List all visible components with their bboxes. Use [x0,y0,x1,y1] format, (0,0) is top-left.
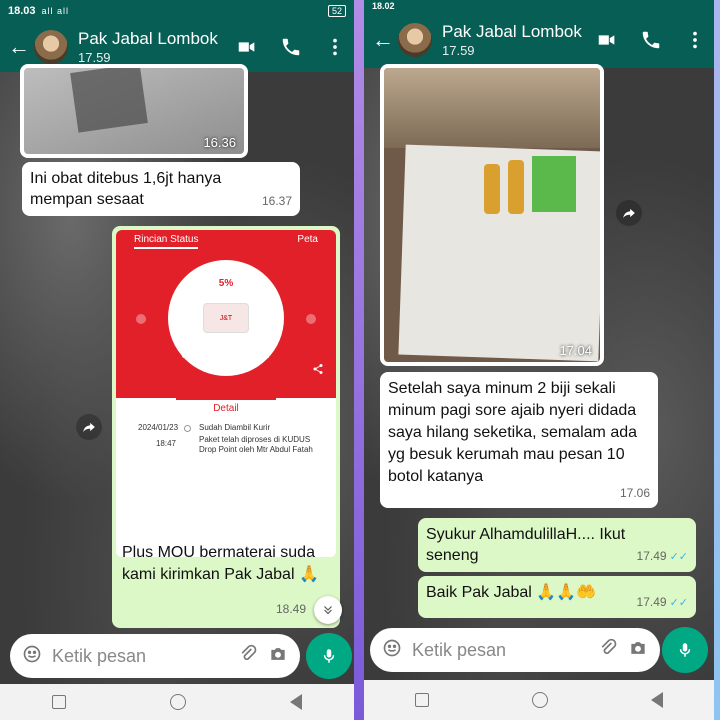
message-input[interactable]: Ketik pesan [412,640,588,661]
chat-header: ← Pak Jabal Lombok 17.59 [364,12,714,68]
tab-status-detail: Rincian Status [134,234,199,249]
tracking-header: Rincian Status Peta 5% J&T Sudah Diambil… [116,230,336,398]
tab-map: Peta [297,234,318,245]
status-bar: 18.03 all all 52 [0,0,354,22]
home-button[interactable] [531,692,548,708]
attach-icon[interactable] [238,644,258,669]
message-meta: 17.49 ✓✓ [637,592,688,614]
incoming-message[interactable]: Setelah saya minum 2 biji sekali minum p… [380,372,658,508]
timeline-clock: 18:47 [155,439,176,448]
back-arrow-icon[interactable]: ← [8,34,30,60]
outgoing-message[interactable]: Baik Pak Jabal 🙏🙏🤲 17.49 ✓✓ [418,576,696,618]
photo-box [384,68,600,148]
recents-button[interactable] [52,695,66,709]
share-icon [312,362,324,380]
mic-icon[interactable] [306,633,352,679]
timeline-entry: 2024/01/23 18:47 Sudah Diambil Kurir Pak… [116,417,336,465]
forward-icon[interactable] [76,414,102,440]
more-vert-icon[interactable] [684,29,706,51]
signal-indicator: all all [41,6,70,16]
message-time: 18.49 [276,602,307,616]
status-bar: 18.02 [364,0,714,12]
contact-info[interactable]: Pak Jabal Lombok 17.59 [442,22,582,58]
photo-message[interactable]: 17.04 [380,64,604,366]
contact-subtitle: 17.59 [78,50,111,65]
timeline-date: 2024/01/23 [138,423,179,432]
camera-icon[interactable] [628,638,648,663]
video-call-icon[interactable] [596,29,618,51]
message-text: Plus MOU bermaterai suda kami kirimkan P… [122,544,319,583]
timeline-desc: Paket telah diproses di KUDUS Drop Point… [199,435,313,454]
emoji-icon[interactable] [22,644,42,669]
phone-icon[interactable] [640,29,662,51]
message-text: Ini obat ditebus 1,6jt hanya mempan sesa… [30,170,222,208]
message-meta: 17.49 ✓✓ [637,546,688,568]
more-vert-icon[interactable] [324,36,346,58]
panel-divider [354,0,364,720]
mic-icon[interactable] [662,627,708,673]
phone-icon[interactable] [280,36,302,58]
camera-icon[interactable] [268,644,288,669]
video-call-icon[interactable] [236,36,258,58]
timeline-title: Sudah Diambil Kurir [199,423,271,432]
battery-indicator: 52 [327,5,346,17]
scroll-down-icon[interactable] [314,596,342,624]
contact-name: Pak Jabal Lombok [442,22,582,41]
left-chat-screen: 18.03 all all 52 ← Pak Jabal Lombok 17.5… [0,0,354,720]
back-arrow-icon[interactable]: ← [372,27,394,53]
contact-name: Pak Jabal Lombok [78,29,218,48]
tracking-screenshot[interactable]: Rincian Status Peta 5% J&T Sudah Diambil… [116,230,336,557]
message-time: 16.37 [261,194,292,208]
message-time: 17.49 [636,549,667,563]
back-button[interactable] [290,694,302,710]
read-ticks-icon: ✓✓ [669,597,688,609]
contact-info[interactable]: Pak Jabal Lombok 17.59 [78,29,218,65]
progress-dot [306,314,316,324]
emoji-icon[interactable] [382,638,402,663]
photo-timestamp: 17.04 [559,343,592,358]
detail-tab: Detail [176,398,276,417]
home-button[interactable] [170,694,186,710]
message-text: Syukur AlhamdulillaH.... Ikut seneng [426,526,626,564]
message-time: 17.49 [636,595,667,609]
system-nav-bar [0,684,354,720]
courier-logo: J&T [203,303,249,333]
photo-message[interactable]: 16.36 [20,64,248,158]
avatar[interactable] [34,30,68,64]
photo-package [532,156,576,212]
photo-bottle [508,160,524,214]
back-button[interactable] [650,692,663,708]
forward-icon[interactable] [616,200,642,226]
attach-icon[interactable] [598,638,618,663]
message-input[interactable]: Ketik pesan [52,646,228,667]
system-nav-bar [364,680,714,720]
photo-bottle [484,164,500,214]
photo-content [70,68,148,133]
status-time: 18.03 [8,5,36,17]
recents-button[interactable] [415,693,430,707]
message-text: Setelah saya minum 2 biji sekali minum p… [388,380,638,485]
read-ticks-icon: ✓✓ [669,551,688,563]
outgoing-message[interactable]: Syukur AlhamdulillaH.... Ikut seneng 17.… [418,518,696,572]
right-chat-screen: 18.02 ← Pak Jabal Lombok 17.59 17.04 Set… [364,0,714,720]
message-composer[interactable]: Ketik pesan [370,628,660,672]
timeline-dot [184,425,191,432]
progress-percent: 5% [218,278,234,289]
status-label: Sudah Diambil Kurir [181,350,271,361]
avatar[interactable] [398,23,432,57]
incoming-message[interactable]: Ini obat ditebus 1,6jt hanya mempan sesa… [22,162,300,216]
contact-subtitle: 17.59 [442,43,475,58]
message-composer[interactable]: Ketik pesan [10,634,300,678]
message-time: 17.06 [619,486,650,500]
status-time: 18.02 [372,1,395,11]
progress-dot [136,314,146,324]
photo-timestamp: 16.36 [203,135,236,150]
